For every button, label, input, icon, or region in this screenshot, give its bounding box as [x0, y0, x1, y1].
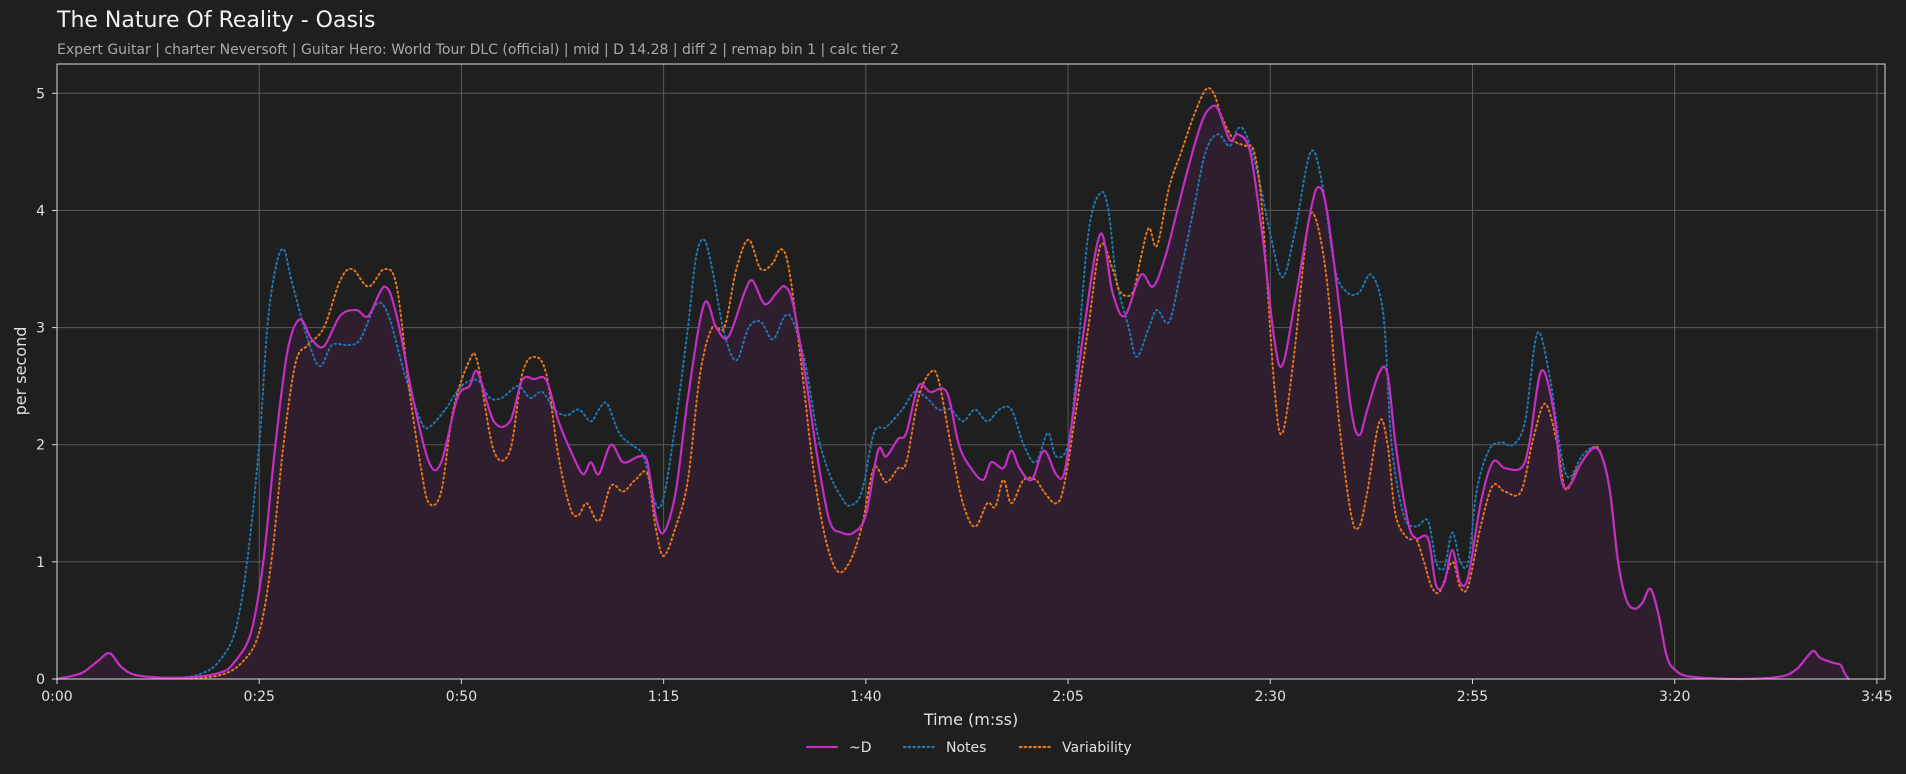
x-tick-label: 2:55 [1457, 689, 1488, 705]
x-tick-label: 1:40 [850, 689, 881, 705]
chart-subtitle: Expert Guitar | charter Neversoft | Guit… [57, 42, 899, 58]
y-axis-ticks: 0 1 2 3 4 5 [36, 86, 57, 688]
legend-label-d: ~D [849, 740, 872, 756]
x-tick-label: 0:50 [446, 689, 477, 705]
x-axis-ticks: 0:00 0:25 0:50 1:15 1:40 2:05 2:30 2:55 3:20 3:45 [41, 679, 1893, 705]
x-tick-label: 3:20 [1659, 689, 1690, 705]
chart-canvas: The Nature Of Reality - Oasis Expert Gui… [11, 8, 1893, 756]
difficulty-area-fill [57, 105, 1849, 680]
y-tick-label: 2 [36, 438, 45, 454]
x-tick-label: 0:25 [243, 689, 274, 705]
x-axis-label: Time (m:ss) [923, 710, 1018, 729]
y-axis-label: per second [11, 327, 30, 416]
x-tick-label: 0:00 [41, 689, 72, 705]
legend-label-variability: Variability [1062, 740, 1132, 756]
legend-label-notes: Notes [946, 740, 986, 756]
plot-area [55, 87, 1850, 681]
x-tick-label: 2:05 [1052, 689, 1083, 705]
x-tick-label: 1:15 [648, 689, 679, 705]
y-tick-label: 1 [36, 555, 45, 571]
y-tick-label: 5 [36, 86, 45, 102]
x-tick-label: 2:30 [1255, 689, 1286, 705]
y-tick-label: 3 [36, 321, 45, 337]
legend: ~D Notes Variability [805, 740, 1132, 756]
y-tick-label: 0 [36, 672, 45, 688]
x-tick-label: 3:45 [1861, 689, 1892, 705]
y-tick-label: 4 [36, 203, 45, 219]
chart-title: The Nature Of Reality - Oasis [56, 8, 376, 33]
